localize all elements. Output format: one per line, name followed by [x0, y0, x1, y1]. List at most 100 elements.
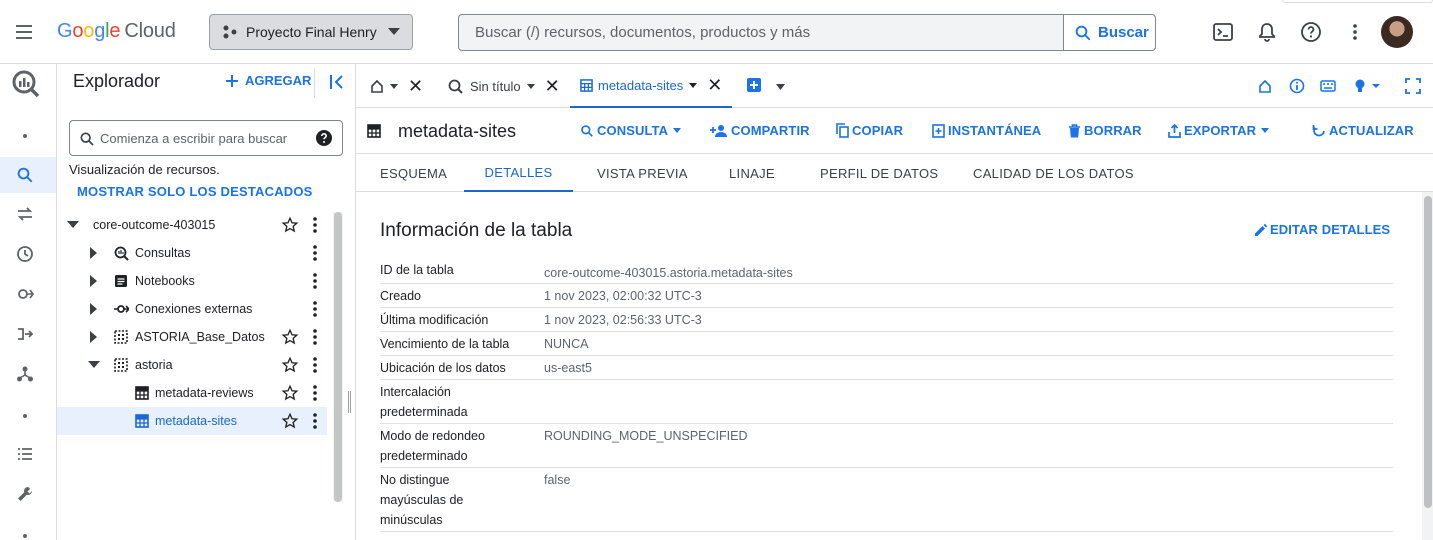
table-icon	[135, 386, 149, 400]
chevron-down-icon[interactable]	[689, 82, 698, 88]
info-icon[interactable]	[1289, 78, 1305, 94]
tree-item-label: metadata-sites	[155, 414, 237, 428]
caret-right-icon[interactable]	[90, 275, 98, 287]
top-bar: Google Cloud Proyecto Final Henry Buscar	[0, 0, 1433, 64]
analytics-hub-icon[interactable]	[16, 285, 34, 303]
query-button[interactable]: CONSULTA	[580, 123, 682, 138]
copy-button[interactable]: COPIAR	[836, 123, 903, 138]
transfers-icon[interactable]	[16, 205, 34, 223]
star-icon[interactable]	[281, 216, 299, 234]
explorer-search	[69, 120, 343, 156]
bell-icon[interactable]	[1256, 21, 1278, 43]
list-icon[interactable]	[16, 445, 34, 463]
more-vert-icon[interactable]	[309, 244, 321, 262]
scheduled-queries-icon[interactable]	[16, 245, 34, 263]
caret-right-icon[interactable]	[90, 247, 98, 259]
more-vert-icon[interactable]	[309, 356, 321, 374]
tree-item-dataset-astoria-base[interactable]: ASTORIA_Base_Datos	[57, 323, 327, 351]
close-icon[interactable]: ✕	[545, 77, 560, 95]
pipelines-icon[interactable]	[16, 325, 34, 343]
star-icon[interactable]	[281, 356, 299, 374]
search-input[interactable]	[459, 15, 1063, 50]
project-selector[interactable]: Proyecto Final Henry	[209, 14, 413, 50]
lightbulb-icon[interactable]	[1354, 78, 1382, 94]
tab-lineage[interactable]: LINAJE	[729, 154, 775, 192]
more-vert-icon[interactable]	[309, 384, 321, 402]
tree-item-label: Consultas	[135, 246, 191, 260]
help-icon[interactable]	[315, 129, 333, 147]
collapse-panel-icon[interactable]	[329, 73, 345, 91]
tree-item-dataset-astoria[interactable]: astoria	[57, 351, 327, 379]
star-icon[interactable]	[281, 384, 299, 402]
close-icon[interactable]: ✕	[707, 76, 722, 94]
explorer-search-input[interactable]	[100, 121, 310, 155]
help-icon[interactable]	[1300, 21, 1322, 43]
delete-button[interactable]: BORRAR	[1068, 123, 1142, 138]
tab-data-profile[interactable]: PERFIL DE DATOS	[820, 154, 938, 192]
detail-value: false	[544, 473, 571, 487]
more-vert-icon[interactable]	[309, 300, 321, 318]
menu-icon[interactable]	[12, 20, 36, 44]
refresh-button[interactable]: ACTUALIZAR	[1312, 123, 1414, 138]
more-vert-icon[interactable]	[309, 412, 321, 430]
tab-schema[interactable]: ESQUEMA	[380, 154, 447, 192]
more-vert-icon[interactable]	[309, 328, 321, 346]
share-button[interactable]: COMPARTIR	[710, 123, 810, 138]
tree-item-project[interactable]: core-outcome-403015	[57, 211, 327, 239]
tree-item-queries[interactable]: Consultas	[57, 239, 327, 267]
caret-right-icon[interactable]	[90, 331, 98, 343]
add-person-icon	[710, 124, 727, 137]
show-starred-link[interactable]: MOSTRAR SOLO LOS DESTACADOS	[77, 184, 313, 199]
logo-cloud-text: Cloud	[124, 20, 176, 42]
detail-key: Creado	[380, 289, 421, 303]
left-rail	[0, 64, 57, 540]
snapshot-button[interactable]: INSTANTÁNEA	[932, 123, 1041, 138]
tree-item-notebooks[interactable]: Notebooks	[57, 267, 327, 295]
tab-preview[interactable]: VISTA PREVIA	[597, 154, 688, 192]
scrollbar-thumb[interactable]	[1424, 196, 1432, 508]
dataform-icon[interactable]	[16, 365, 34, 383]
scrollbar-thumb[interactable]	[334, 212, 342, 502]
tree-item-table-metadata-reviews[interactable]: metadata-reviews	[57, 379, 327, 407]
chevron-down-icon[interactable]	[526, 83, 535, 89]
more-vert-icon[interactable]	[309, 272, 321, 290]
close-icon[interactable]: ✕	[408, 77, 423, 95]
tree-item-external-connections[interactable]: Conexiones externas	[57, 295, 327, 323]
explorer-search-icon[interactable]	[16, 166, 34, 184]
tree-item-table-metadata-sites[interactable]: metadata-sites	[57, 407, 327, 435]
star-icon[interactable]	[281, 412, 299, 430]
search-button[interactable]: Buscar	[1063, 15, 1155, 50]
tab-metadata-sites[interactable]: metadata-sites ✕	[570, 64, 733, 108]
explorer-scrollbar[interactable]	[333, 212, 343, 502]
cloud-shell-icon[interactable]	[1212, 21, 1234, 43]
add-button[interactable]: AGREGAR	[225, 73, 311, 88]
detail-row: Ubicación de los datos us-east5	[380, 356, 1393, 380]
keyboard-icon[interactable]	[1320, 80, 1336, 92]
tab-untitled[interactable]: Sin título ✕	[448, 64, 560, 108]
resize-handle[interactable]	[348, 391, 351, 413]
caret-right-icon[interactable]	[90, 303, 98, 315]
avatar[interactable]	[1381, 16, 1413, 48]
star-icon[interactable]	[281, 328, 299, 346]
content-scrollbar[interactable]	[1422, 192, 1433, 540]
caret-down-icon[interactable]	[88, 361, 100, 369]
google-cloud-logo[interactable]: Google Cloud	[57, 20, 176, 43]
chevron-down-icon[interactable]	[390, 83, 398, 89]
fullscreen-icon[interactable]	[1405, 78, 1421, 94]
chevron-down-icon[interactable]	[776, 84, 785, 90]
edit-details-button[interactable]: EDITAR DETALLES	[1254, 222, 1390, 237]
caret-down-icon[interactable]	[67, 221, 79, 229]
connection-icon	[114, 305, 129, 313]
detail-row: Intercalación predeterminada	[380, 380, 1393, 424]
more-vert-icon[interactable]	[1344, 21, 1366, 43]
home-icon[interactable]	[1258, 79, 1272, 93]
delete-button-label: BORRAR	[1084, 123, 1142, 138]
export-button[interactable]: EXPORTAR	[1168, 123, 1270, 138]
wrench-icon[interactable]	[16, 485, 34, 503]
bigquery-logo-icon[interactable]	[10, 68, 42, 100]
new-tab-icon[interactable]	[746, 77, 762, 93]
more-vert-icon[interactable]	[309, 216, 321, 234]
tab-data-quality[interactable]: CALIDAD DE LOS DATOS	[973, 154, 1134, 192]
tab-home[interactable]: ✕	[370, 64, 423, 108]
tab-details[interactable]: DETALLES	[464, 154, 573, 192]
